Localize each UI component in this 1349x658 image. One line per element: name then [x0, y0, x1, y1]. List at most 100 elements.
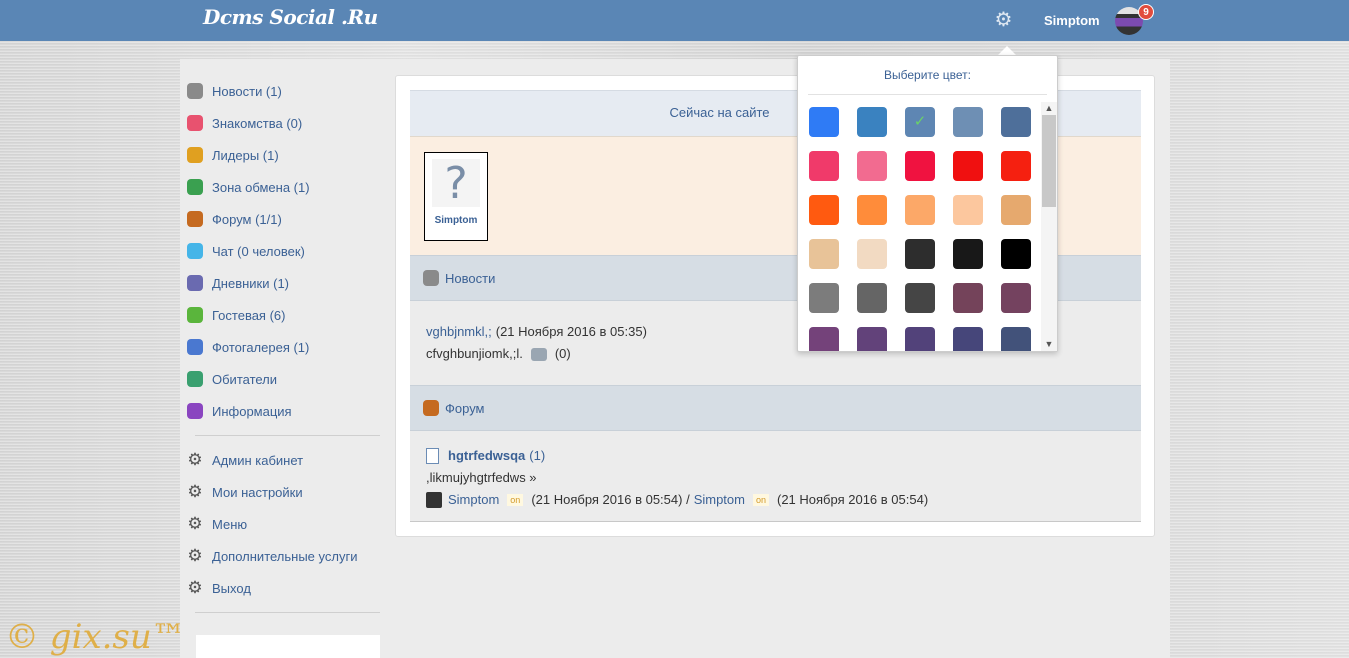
forum-last-author-link[interactable]: Simptom: [694, 489, 745, 511]
trophy-icon: [187, 147, 203, 163]
news-section-title: Новости: [445, 270, 496, 286]
gear-icon: ⚙: [187, 514, 203, 533]
color-swatch[interactable]: [905, 195, 935, 225]
color-swatch[interactable]: [953, 327, 983, 351]
color-swatch[interactable]: [809, 151, 839, 181]
sidebar-item-label: Зона обмена (1): [212, 179, 310, 195]
news-date: (21 Ноября 2016 в 05:35): [495, 324, 647, 339]
forum-date-1: (21 Ноября 2016 в 05:54) /: [531, 492, 690, 507]
sidebar-item[interactable]: Лидеры (1): [180, 139, 380, 171]
sidebar-item-label: Форум (1/1): [212, 211, 282, 227]
forum-excerpt[interactable]: ,likmujyhgtrfedws »: [426, 467, 537, 489]
gear-icon: ⚙: [187, 450, 203, 469]
color-swatch[interactable]: [953, 107, 983, 137]
color-swatch[interactable]: [857, 327, 887, 351]
swatch-area: ✓: [798, 104, 1041, 351]
forum-date-2: (21 Ноября 2016 в 05:54): [777, 492, 929, 507]
comment-icon[interactable]: [530, 347, 547, 361]
sidebar-item[interactable]: Новости (1): [180, 75, 380, 107]
color-swatch[interactable]: [809, 195, 839, 225]
sidebar-item-label: Меню: [212, 516, 248, 532]
watermark-logo: © gix.su™: [5, 617, 186, 657]
color-swatch[interactable]: [1001, 327, 1031, 351]
sidebar-item[interactable]: Информация: [180, 395, 380, 427]
scroll-up-icon[interactable]: ▲: [1041, 102, 1057, 115]
checkmark-icon: ✓: [913, 113, 927, 130]
chat-icon: [187, 243, 203, 259]
sidebar-item-label: Новости (1): [212, 83, 282, 99]
color-swatch[interactable]: [1001, 107, 1031, 137]
color-swatch[interactable]: [1001, 283, 1031, 313]
sidebar-item[interactable]: Чат (0 человек): [180, 235, 380, 267]
header-username[interactable]: Simptom: [1044, 13, 1100, 28]
news-text: cfvghbunjiomk,;l.: [426, 346, 523, 361]
sidebar-item-label: Фотогалерея (1): [212, 339, 310, 355]
forum-icon: [423, 400, 439, 416]
color-swatch[interactable]: ✓: [905, 107, 935, 137]
forum-icon: [187, 211, 203, 227]
gear-icon[interactable]: ⚙: [993, 10, 1014, 31]
color-swatch[interactable]: [809, 327, 839, 351]
exchange-icon: [187, 179, 203, 195]
sidebar-divider: [195, 435, 380, 436]
sidebar-settings-item[interactable]: ⚙ Админ кабинет: [180, 444, 380, 476]
color-swatch[interactable]: [1001, 195, 1031, 225]
color-swatch[interactable]: [905, 239, 935, 269]
color-swatch[interactable]: [857, 239, 887, 269]
scroll-thumb[interactable]: [1042, 115, 1056, 207]
color-swatch[interactable]: [809, 283, 839, 313]
online-user-name: Simptom: [434, 215, 478, 226]
color-swatch[interactable]: [953, 151, 983, 181]
color-swatch[interactable]: [905, 151, 935, 181]
popup-divider: [808, 94, 1047, 95]
sidebar-item-label: Знакомства (0): [212, 115, 303, 131]
color-swatch[interactable]: [857, 283, 887, 313]
sidebar: Новости (1) Знакомства (0) Лидеры (1) Зона …: [180, 75, 380, 621]
forum-section-header[interactable]: Форум: [410, 385, 1141, 431]
color-picker-title: Выберите цвет:: [883, 68, 971, 82]
color-swatch[interactable]: [857, 107, 887, 137]
scrollbar[interactable]: ▲ ▼: [1041, 102, 1057, 351]
online-status-badge: on: [507, 494, 524, 506]
forum-topic-count: (1): [529, 448, 546, 463]
color-swatch[interactable]: [953, 283, 983, 313]
diary-icon: [187, 275, 203, 291]
forum-section-title: Форум: [445, 400, 485, 416]
site-logo[interactable]: Dcms Social .Ru: [203, 5, 378, 29]
news-author-link[interactable]: vghbjnmkl,;: [426, 321, 492, 343]
sidebar-item[interactable]: Зона обмена (1): [180, 171, 380, 203]
color-swatch[interactable]: [809, 239, 839, 269]
color-swatch[interactable]: [953, 239, 983, 269]
notification-badge[interactable]: 9: [1138, 4, 1154, 20]
color-swatch[interactable]: [1001, 239, 1031, 269]
sidebar-settings-item[interactable]: ⚙ Меню: [180, 508, 380, 540]
sidebar-item[interactable]: Фотогалерея (1): [180, 331, 380, 363]
color-swatch[interactable]: [857, 151, 887, 181]
online-user-tile[interactable]: ? Simptom: [424, 152, 488, 241]
forum-author-link[interactable]: Simptom: [448, 489, 499, 511]
online-status-badge: on: [752, 494, 769, 506]
color-swatch[interactable]: [953, 195, 983, 225]
sidebar-settings-item[interactable]: ⚙ Выход: [180, 572, 380, 604]
sidebar-item[interactable]: Форум (1/1): [180, 203, 380, 235]
sidebar-item-label: Информация: [212, 403, 292, 419]
sidebar-settings-item[interactable]: ⚙ Мои настройки: [180, 476, 380, 508]
users-icon: [187, 371, 203, 387]
sidebar-settings-item[interactable]: ⚙ Дополнительные услуги: [180, 540, 380, 572]
news-icon: [423, 270, 439, 286]
forum-topic-link[interactable]: hgtrfedwsqa: [448, 445, 525, 467]
color-swatch[interactable]: [809, 107, 839, 137]
sidebar-item-label: Выход: [212, 580, 251, 596]
sidebar-item[interactable]: Знакомства (0): [180, 107, 380, 139]
news-comments-count: (0): [554, 346, 571, 361]
color-swatch[interactable]: [905, 327, 935, 351]
color-swatch[interactable]: [905, 283, 935, 313]
sidebar-item[interactable]: Обитатели: [180, 363, 380, 395]
color-swatch[interactable]: [1001, 151, 1031, 181]
scroll-down-icon[interactable]: ▼: [1041, 338, 1057, 351]
sidebar-item-label: Дневники (1): [212, 275, 290, 291]
sidebar-item[interactable]: Гостевая (6): [180, 299, 380, 331]
color-swatch[interactable]: [857, 195, 887, 225]
sidebar-item[interactable]: Дневники (1): [180, 267, 380, 299]
color-picker-popup: Выберите цвет: ✓ ▲ ▼: [797, 55, 1058, 352]
